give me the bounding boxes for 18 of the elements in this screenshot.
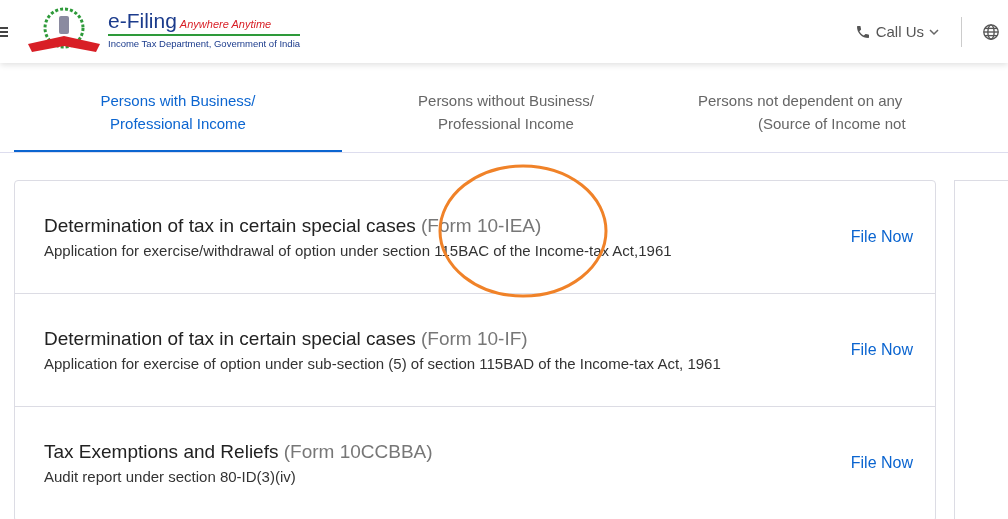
form-description: Audit report under section 80-ID(3)(iv): [44, 468, 297, 485]
brand-subtitle: Income Tax Department, Government of India: [108, 37, 301, 49]
category-tab[interactable]: Persons without Business/ Professional Income: [342, 89, 670, 152]
category-tab[interactable]: Persons with Business/ Professional Income: [14, 89, 342, 152]
category-tab[interactable]: Persons not dependent on any (Source of Income not: [698, 89, 928, 152]
form-title: Tax Exemptions and Reliefs (Form 10CCBBA): [44, 441, 434, 463]
file-now-link[interactable]: File Now: [850, 228, 913, 246]
file-now-link[interactable]: File Now: [850, 454, 913, 472]
brand-name: e-Filing: [108, 8, 177, 33]
chevron-down-icon: [929, 27, 939, 36]
brand-tagline: Anywhere Anytime: [179, 17, 272, 30]
phone-icon: [854, 23, 871, 40]
globe-icon[interactable]: [982, 22, 1000, 41]
menu-icon[interactable]: [0, 24, 8, 39]
file-now-link[interactable]: File Now: [850, 341, 913, 359]
call-us-button[interactable]: Call Us: [854, 23, 939, 40]
form-description: Application for exercise of option under sub-section (5) of section 115BAD of the Income-tax Act, 1961: [44, 355, 722, 372]
form-title: Determination of tax in certain special cases (Form 10-IF): [44, 328, 529, 350]
